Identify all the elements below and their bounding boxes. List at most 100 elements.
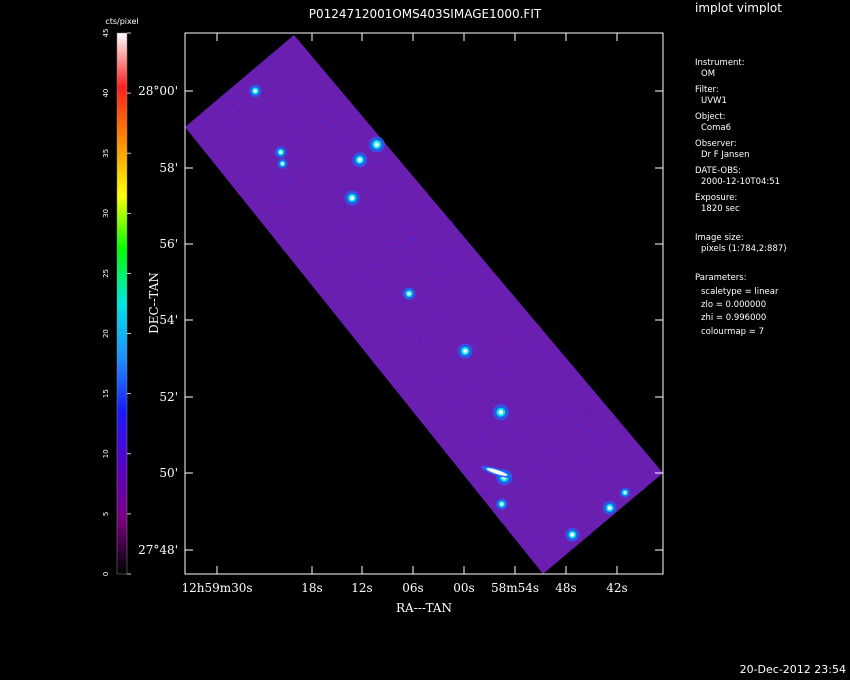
noise-pixel <box>549 358 551 360</box>
source-peak <box>607 505 612 510</box>
noise-pixel <box>411 238 413 240</box>
noise-pixel <box>336 282 338 284</box>
noise-pixel <box>550 472 552 474</box>
noise-pixel <box>290 180 293 182</box>
noise-pixel <box>517 396 519 398</box>
noise-pixel <box>420 185 422 187</box>
noise-pixel <box>351 253 353 255</box>
noise-pixel <box>423 335 425 337</box>
noise-pixel <box>272 181 274 184</box>
noise-pixel <box>471 389 474 391</box>
noise-pixel <box>284 123 287 125</box>
noise-pixel <box>607 499 609 501</box>
noise-pixel <box>548 422 550 424</box>
noise-pixel <box>392 249 394 251</box>
noise-pixel <box>551 420 553 422</box>
noise-pixel <box>441 254 443 256</box>
noise-pixel <box>488 362 490 364</box>
noise-pixel <box>398 182 400 184</box>
noise-pixel <box>320 215 322 217</box>
noise-pixel <box>400 229 402 231</box>
noise-pixel <box>641 458 643 460</box>
noise-pixel <box>276 105 278 107</box>
noise-pixel <box>444 223 446 226</box>
noise-pixel <box>436 329 438 331</box>
noise-pixel <box>340 319 342 322</box>
noise-pixel <box>483 284 486 286</box>
noise-pixel <box>304 189 306 191</box>
noise-pixel <box>234 96 236 98</box>
noise-pixel <box>281 222 283 224</box>
noise-pixel <box>564 373 567 375</box>
source-peak <box>357 157 362 162</box>
noise-pixel <box>456 455 458 457</box>
noise-pixel <box>352 253 354 255</box>
noise-pixel <box>425 252 427 254</box>
filter-label: Filter: <box>695 85 719 95</box>
noise-pixel <box>416 241 418 243</box>
noise-pixel <box>248 113 250 115</box>
noise-pixel <box>343 115 345 117</box>
noise-pixel <box>406 381 408 383</box>
x-tick-label: 42s <box>606 581 627 595</box>
noise-pixel <box>562 392 564 394</box>
noise-pixel <box>611 489 613 491</box>
noise-pixel <box>287 216 289 219</box>
noise-pixel <box>565 461 567 463</box>
noise-pixel <box>330 118 332 120</box>
y-tick-label: 58' <box>159 161 178 175</box>
noise-pixel <box>314 144 317 146</box>
noise-pixel <box>477 338 479 341</box>
noise-pixel <box>467 445 469 447</box>
noise-pixel <box>382 203 384 205</box>
source-peak <box>498 410 504 415</box>
noise-pixel <box>462 390 464 392</box>
noise-pixel <box>259 109 261 111</box>
noise-pixel <box>232 160 234 162</box>
noise-pixel <box>329 289 331 291</box>
noise-pixel <box>285 76 287 78</box>
noise-pixel <box>323 260 326 263</box>
noise-pixel <box>485 472 488 474</box>
noise-pixel <box>431 373 433 375</box>
noise-pixel <box>337 261 339 263</box>
noise-pixel <box>453 281 456 283</box>
noise-pixel <box>223 148 225 150</box>
colorbar-tick-label: 40 <box>102 89 110 98</box>
noise-pixel <box>418 184 420 187</box>
noise-pixel <box>440 411 442 413</box>
noise-pixel <box>356 113 358 116</box>
noise-pixel <box>508 326 510 328</box>
noise-pixel <box>420 220 422 222</box>
x-tick-label: 18s <box>301 581 322 595</box>
noise-pixel <box>274 221 276 223</box>
noise-pixel <box>501 315 503 317</box>
noise-pixel <box>419 261 421 263</box>
noise-pixel <box>323 72 325 74</box>
noise-pixel <box>586 462 589 464</box>
noise-pixel <box>512 362 514 364</box>
noise-pixel <box>342 224 344 226</box>
noise-pixel <box>432 395 434 397</box>
noise-pixel <box>473 467 475 469</box>
noise-pixel <box>597 446 599 448</box>
noise-pixel <box>315 83 317 85</box>
noise-pixel <box>568 438 570 440</box>
noise-pixel <box>473 460 475 462</box>
noise-pixel <box>452 381 454 383</box>
noise-pixel <box>343 226 346 229</box>
noise-pixel <box>521 418 523 420</box>
noise-pixel <box>599 524 601 526</box>
filter-value: UVW1 <box>701 96 727 106</box>
noise-pixel <box>247 198 250 201</box>
noise-pixel <box>481 434 483 436</box>
noise-pixel <box>483 361 485 363</box>
noise-pixel <box>389 192 391 194</box>
noise-pixel <box>383 235 385 238</box>
noise-pixel <box>444 266 446 268</box>
noise-pixel <box>315 209 317 211</box>
noise-pixel <box>412 182 414 184</box>
noise-pixel <box>560 449 562 451</box>
noise-pixel <box>430 271 432 273</box>
noise-pixel <box>424 302 426 304</box>
